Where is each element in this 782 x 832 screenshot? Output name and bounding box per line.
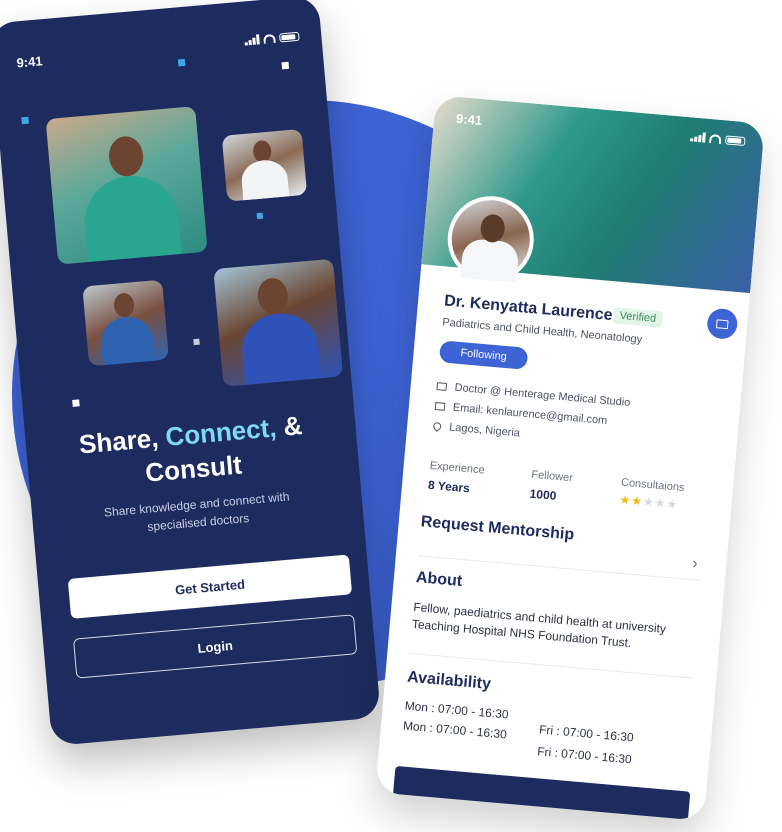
wifi-icon: [709, 133, 722, 144]
availability-slot: Fri : 07:00 - 16:30: [536, 744, 633, 767]
decor-square: [72, 399, 80, 407]
experience-label: Experience: [429, 459, 486, 477]
status-bar: 9:41: [16, 31, 300, 70]
hero-title-part1: Share,: [77, 422, 167, 460]
briefcase-icon: [436, 382, 448, 391]
battery-icon: [278, 31, 300, 42]
consultations-rating: ★★★★★: [619, 493, 679, 512]
location-text: Lagos, Nigeria: [448, 421, 521, 440]
doctor-photo: [213, 258, 344, 387]
doctor-photo: [82, 279, 169, 367]
message-icon: [715, 318, 729, 329]
request-mentorship-title[interactable]: Request Mentorship: [420, 513, 575, 544]
signal-icon: [244, 34, 260, 46]
status-time: 9:41: [455, 110, 483, 129]
status-icons: [690, 131, 746, 146]
consultations-label: Consultaions: [620, 476, 685, 495]
battery-icon: [724, 134, 746, 146]
decor-square: [256, 212, 264, 220]
status-time: 9:41: [15, 53, 44, 71]
decor-square: [21, 116, 29, 125]
decor-square: [281, 61, 290, 70]
about-text: Fellow, paediatrics and child health at …: [411, 599, 667, 651]
wifi-icon: [263, 33, 276, 44]
fellower-value: 1000: [529, 486, 557, 503]
doctor-photo: [221, 128, 308, 202]
doctor-group-photo: [45, 106, 208, 265]
bottom-action-bar[interactable]: [392, 765, 691, 822]
signal-icon: [690, 131, 706, 143]
star-empty-icon: ★: [665, 496, 679, 512]
onboarding-screen: 9:41 Share, Connect, & Consult Share kno…: [0, 0, 381, 747]
get-started-button[interactable]: Get Started: [67, 554, 353, 619]
status-icons: [244, 31, 300, 46]
status-bar: 9:41: [456, 111, 746, 151]
availability-slot: Fri : 07:00 - 16:30: [538, 722, 635, 745]
experience-value: 8 Years: [427, 477, 471, 496]
about-title: About: [415, 569, 463, 591]
availability-slot: Mon : 07:00 - 16:30: [402, 718, 508, 742]
availability-slot: Mon : 07:00 - 16:30: [404, 698, 510, 722]
fellower-label: Fellower: [530, 468, 574, 485]
hero-title: Share, Connect, & Consult: [65, 407, 320, 497]
verified-badge: Verified: [612, 307, 663, 328]
doctor-profile-screen: 9:41 Dr. Kenyatta Laurence Verified Padi…: [375, 94, 765, 822]
message-button[interactable]: [706, 307, 739, 341]
location-pin-icon: [431, 420, 443, 432]
availability-title: Availability: [406, 668, 492, 693]
following-button[interactable]: Following: [438, 340, 529, 370]
hero-title-accent: Connect,: [164, 412, 278, 452]
hero-subtitle: Share knowledge and connect with special…: [103, 489, 291, 534]
login-button[interactable]: Login: [72, 614, 358, 679]
decor-square: [177, 58, 186, 67]
location-row: Lagos, Nigeria: [431, 420, 521, 440]
mail-icon: [434, 402, 446, 411]
chevron-right-icon[interactable]: ›: [691, 555, 699, 573]
decor-square: [193, 338, 200, 346]
